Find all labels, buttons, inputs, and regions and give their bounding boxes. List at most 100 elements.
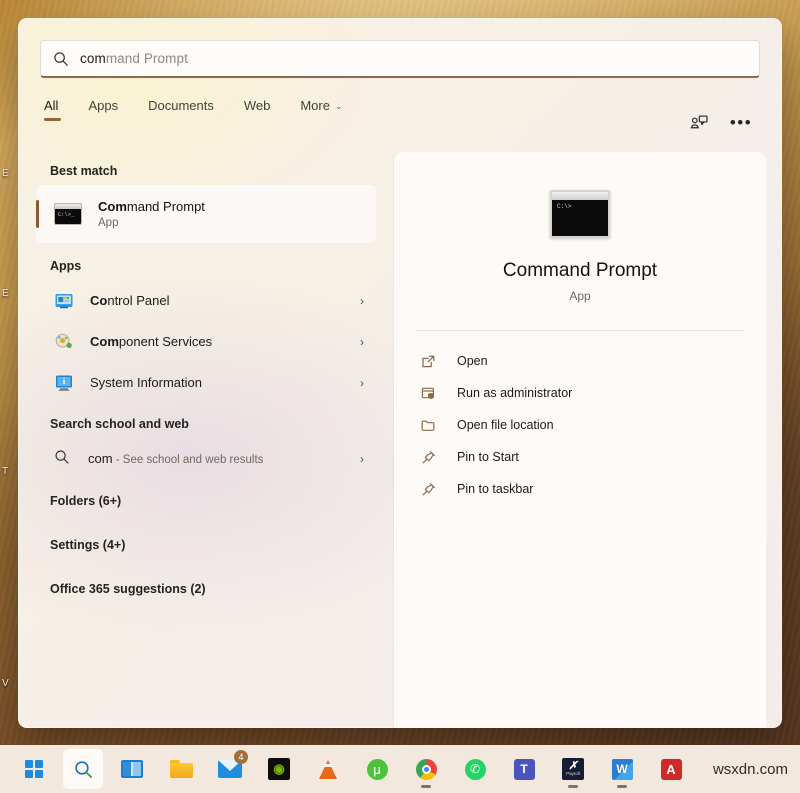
pin-icon xyxy=(420,449,437,466)
taskbar-nvidia-app[interactable]: ◉ xyxy=(259,749,299,789)
tab-label: Documents xyxy=(148,98,214,113)
command-prompt-icon: C:\>_ xyxy=(54,203,82,225)
chevron-right-icon[interactable]: › xyxy=(360,452,364,466)
taskbar-mail-app[interactable]: 4 xyxy=(210,749,250,789)
apps-result-group: Control Panel›Component Services›iSystem… xyxy=(36,280,376,403)
result-app-control-panel[interactable]: Control Panel› xyxy=(36,280,376,321)
action-pin-to-start[interactable]: Pin to Start xyxy=(416,441,744,473)
best-match-title: Command Prompt xyxy=(98,199,205,214)
taskbar-teams-app[interactable]: T xyxy=(504,749,544,789)
folder-icon xyxy=(420,417,437,434)
system-information-icon: i xyxy=(54,373,74,393)
action-pin-to-taskbar[interactable]: Pin to taskbar xyxy=(416,473,744,505)
tab-documents[interactable]: Documents xyxy=(144,96,218,122)
search-query-text: command Prompt xyxy=(80,51,188,66)
chevron-right-icon[interactable]: › xyxy=(360,294,364,308)
web-result-suffix: - See school and web results xyxy=(113,454,264,466)
command-prompt-icon: C:\> xyxy=(550,190,610,238)
tab-apps[interactable]: Apps xyxy=(84,96,122,122)
running-indicator xyxy=(617,785,627,788)
best-match-heading: Best match xyxy=(36,150,376,185)
taskbar-utorrent-app[interactable]: μ xyxy=(357,749,397,789)
taskbar-file-explorer[interactable] xyxy=(161,749,201,789)
acrobat-glyph: A xyxy=(661,759,682,780)
taskbar-start-button[interactable] xyxy=(14,749,54,789)
feedback-glyph xyxy=(689,113,709,133)
taskbar-acrobat-app[interactable]: A xyxy=(651,749,691,789)
taskbar-icon-strip: 4 ◉ μ ✆ T ✗PayrollWA xyxy=(14,749,691,789)
folder-glyph xyxy=(170,760,193,778)
chevron-right-icon[interactable]: › xyxy=(360,335,364,349)
command-prompt-glyph: C:\> xyxy=(557,203,571,210)
result-app-component-services[interactable]: Component Services› xyxy=(36,321,376,362)
control-panel-icon xyxy=(54,291,74,311)
apps-heading: Apps xyxy=(36,245,376,280)
taskbar-vlc-player[interactable] xyxy=(308,749,348,789)
teams-glyph: T xyxy=(514,759,535,780)
app-result-label-bold: Com xyxy=(90,334,119,349)
open-external-icon xyxy=(420,353,437,370)
task-view-glyph xyxy=(121,760,143,778)
action-open[interactable]: Open xyxy=(416,345,744,377)
collapsed-group-folders[interactable]: Folders (6+) xyxy=(36,479,376,523)
collapsed-result-groups: Folders (6+)Settings (4+)Office 365 sugg… xyxy=(36,479,376,611)
running-indicator xyxy=(421,785,431,788)
command-prompt-glyph: C:\>_ xyxy=(58,212,75,218)
vlc-cone-glyph xyxy=(319,760,337,779)
web-result-query: com xyxy=(88,451,113,466)
app-result-label-rest: ponent Services xyxy=(119,334,212,349)
search-typed-text: com xyxy=(80,51,106,66)
search-icon xyxy=(53,51,69,67)
search-icon xyxy=(54,449,74,469)
app-result-label: Control Panel xyxy=(90,293,360,308)
tab-label: More xyxy=(300,98,330,113)
taskbar-chrome-browser[interactable] xyxy=(406,749,446,789)
ellipsis-glyph: ••• xyxy=(730,118,752,128)
windows-search-flyout: command Prompt AllAppsDocumentsWebMore⌄ … xyxy=(18,18,782,728)
search-input[interactable]: command Prompt xyxy=(40,40,760,78)
best-match-subtitle: App xyxy=(98,217,205,229)
result-best-match-command-prompt[interactable]: C:\>_ Command Prompt App xyxy=(36,185,376,243)
notification-badge: 4 xyxy=(234,750,248,764)
app-result-label: System Information xyxy=(90,375,360,390)
action-label: Run as administrator xyxy=(457,386,572,400)
search-box-container: command Prompt xyxy=(40,40,760,78)
taskbar-payroll-app[interactable]: ✗Payroll xyxy=(553,749,593,789)
taskbar-whatsapp-app[interactable]: ✆ xyxy=(455,749,495,789)
best-match-title-rest: mand Prompt xyxy=(127,199,205,214)
search-autocomplete-text: mand Prompt xyxy=(106,51,188,66)
result-app-system-information[interactable]: i System Information › xyxy=(36,362,376,403)
taskbar-search-button[interactable] xyxy=(63,749,103,789)
component-services-icon xyxy=(54,332,74,352)
preview-app-subtitle: App xyxy=(394,289,766,303)
preview-actions-list: Open Run as administrator Open file locati… xyxy=(394,345,766,505)
result-web-search-com[interactable]: com - See school and web results › xyxy=(36,438,376,479)
feedback-icon[interactable] xyxy=(688,112,710,134)
results-list: Best match C:\>_ Command Prompt App Apps… xyxy=(18,150,394,728)
taskbar-task-view-button[interactable] xyxy=(112,749,152,789)
chrome-glyph xyxy=(416,759,437,780)
taskbar-word-app[interactable]: W xyxy=(602,749,642,789)
shield-window-icon xyxy=(420,385,437,402)
tab-all[interactable]: All xyxy=(40,96,62,122)
tab-more[interactable]: More⌄ xyxy=(296,96,346,122)
app-result-label-rest: ntrol Panel xyxy=(107,293,169,308)
tab-label: Web xyxy=(244,98,271,113)
tab-label: Apps xyxy=(88,98,118,113)
app-result-label-rest: System Information xyxy=(90,375,202,390)
utorrent-glyph: μ xyxy=(367,759,388,780)
preview-app-title: Command Prompt xyxy=(394,260,766,282)
collapsed-group-settings[interactable]: Settings (4+) xyxy=(36,523,376,567)
header-actions: ••• xyxy=(688,112,752,134)
action-open-file-location[interactable]: Open file location xyxy=(416,409,744,441)
windows-logo-glyph xyxy=(25,760,43,778)
action-run-as-administrator[interactable]: Run as administrator xyxy=(416,377,744,409)
web-heading: Search school and web xyxy=(36,403,376,438)
tab-web[interactable]: Web xyxy=(240,96,275,122)
chevron-right-icon[interactable]: › xyxy=(360,376,364,390)
collapsed-group-office[interactable]: Office 365 suggestions (2) xyxy=(36,567,376,611)
running-indicator xyxy=(568,785,578,788)
app-result-label: Component Services xyxy=(90,334,360,349)
more-options-icon[interactable]: ••• xyxy=(730,112,752,134)
preview-pane: C:\> Command Prompt App Open Run as admin… xyxy=(394,152,766,728)
